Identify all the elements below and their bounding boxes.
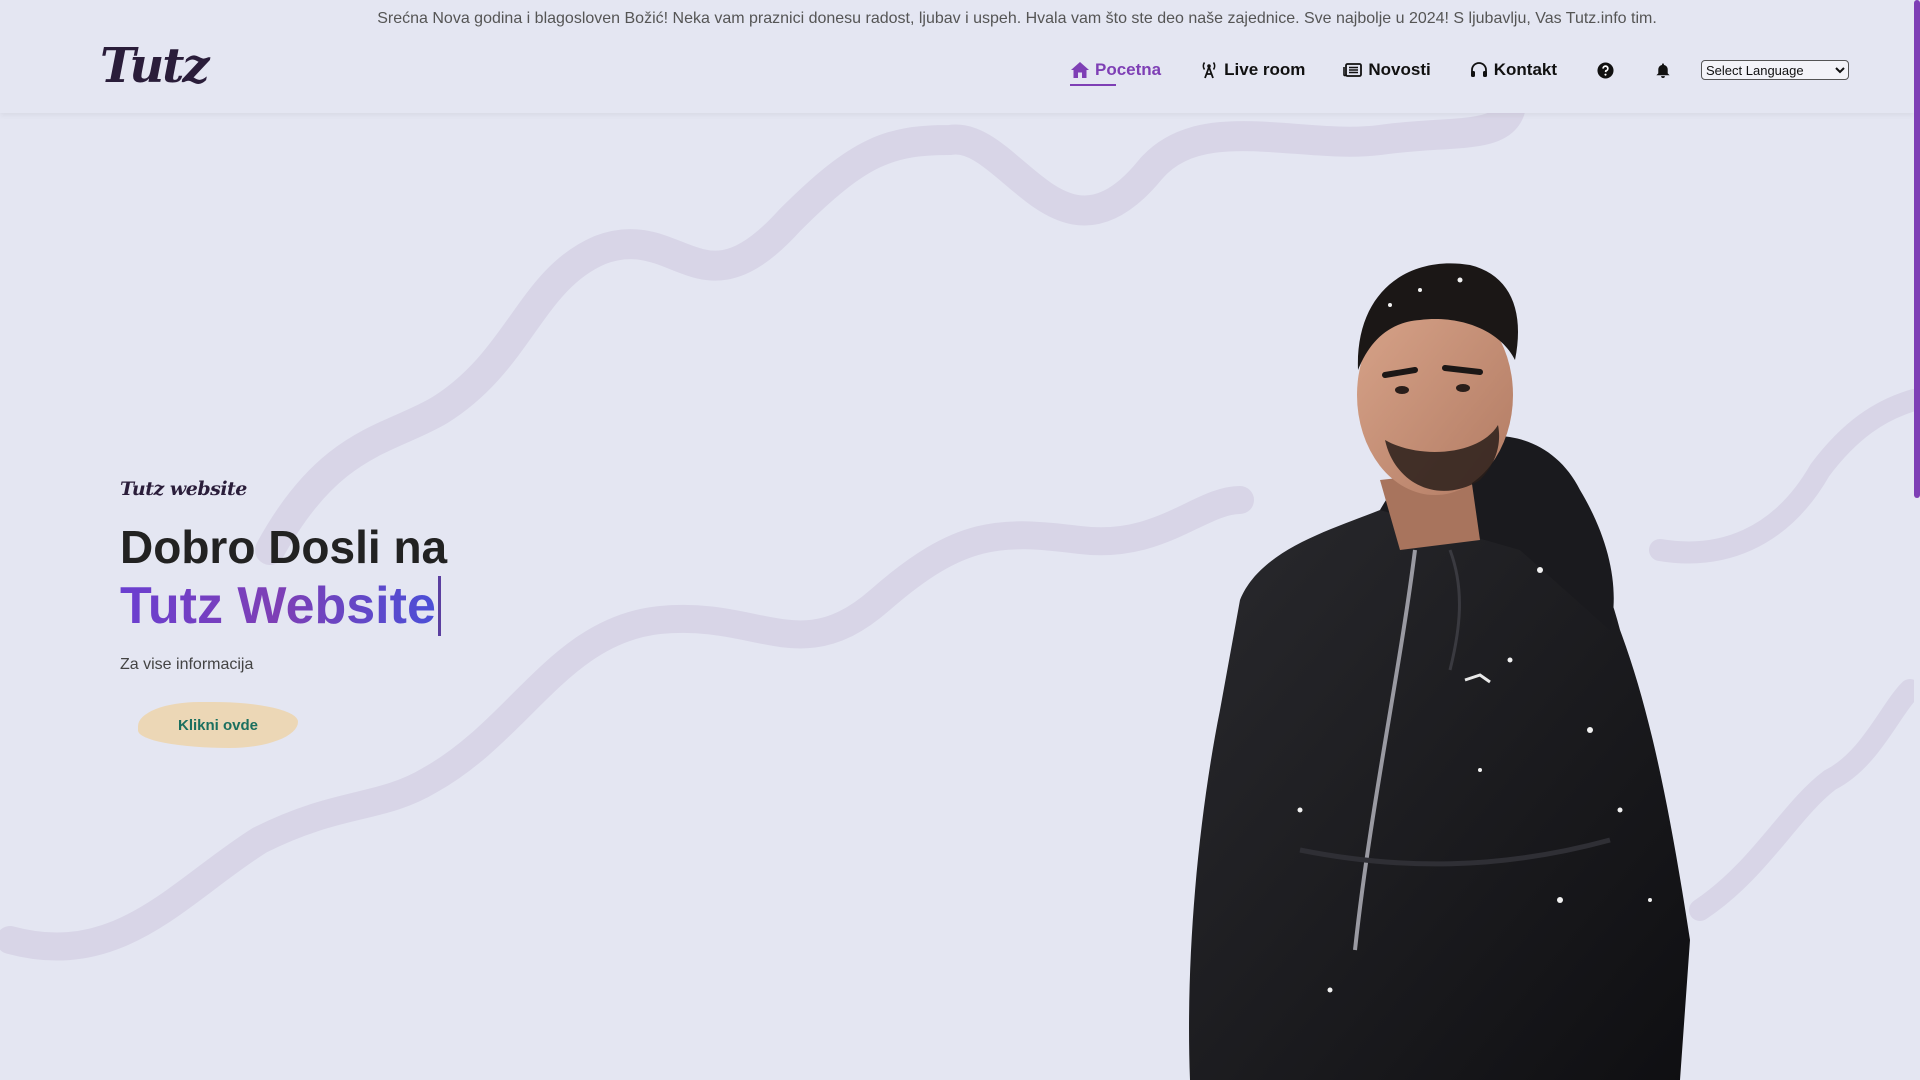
page: Srećna Nova godina i blagosloven Božić! … <box>0 0 1920 1080</box>
question-circle-icon <box>1596 61 1614 79</box>
nav-item-novosti[interactable]: Novosti <box>1343 60 1431 80</box>
announcement-marquee: Srećna Nova godina i blagosloven Božić! … <box>0 0 1914 38</box>
headset-icon <box>1470 62 1487 77</box>
nav-item-label: Kontakt <box>1493 60 1558 79</box>
cta-button[interactable]: Klikni ovde <box>138 702 298 748</box>
home-icon <box>1071 62 1089 78</box>
main-nav: Pocetna Live room Novosti Kontakt Select… <box>1070 50 1850 90</box>
hero-title: Dobro Dosli na <box>120 521 448 573</box>
hero-brand-title: Tutz Website <box>120 576 441 636</box>
hero-subtitle: Za vise informacija <box>120 656 254 673</box>
bell-icon <box>1656 62 1670 78</box>
hero-person-photo <box>1189 263 1690 1080</box>
help-button[interactable] <box>1595 60 1615 80</box>
broadcast-icon <box>1202 62 1216 79</box>
scrollbar-thumb[interactable] <box>1914 0 1920 498</box>
newspaper-icon <box>1343 63 1363 77</box>
navbar: Tutz Pocetna Live room Novosti Kontakt S… <box>0 30 1914 113</box>
site-logo[interactable]: Tutz <box>100 38 210 100</box>
nav-item-pocetna[interactable]: Pocetna <box>1070 60 1162 86</box>
language-select[interactable]: Select Language <box>1701 60 1850 80</box>
nav-item-live-room[interactable]: Live room <box>1199 60 1305 80</box>
nav-item-label: Novosti <box>1368 60 1431 79</box>
page-scrollbar[interactable] <box>1914 0 1920 1080</box>
hero-kicker: Tutz website <box>120 478 247 500</box>
notifications-button[interactable] <box>1653 60 1673 80</box>
nav-item-kontakt[interactable]: Kontakt <box>1469 60 1557 80</box>
announcement-text: Srećna Nova godina i blagosloven Božić! … <box>377 10 1657 27</box>
nav-item-label: Pocetna <box>1095 60 1162 79</box>
hero-section: Tutz website Dobro Dosli na Tutz Website… <box>120 478 447 748</box>
nav-item-label: Live room <box>1224 60 1306 79</box>
